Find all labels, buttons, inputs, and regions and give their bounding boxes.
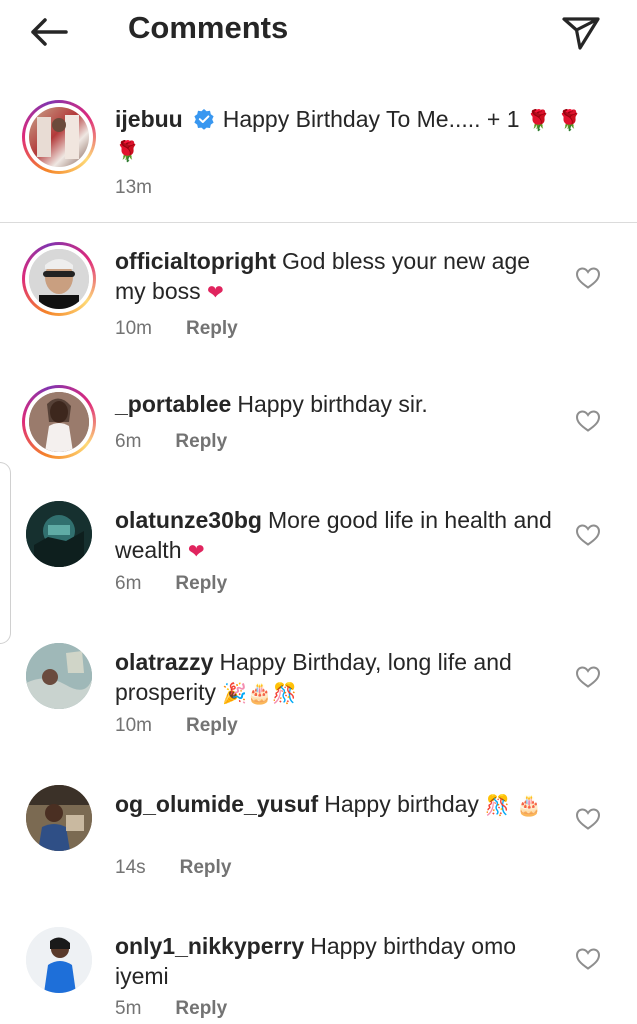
comment-username[interactable]: _portablee (115, 391, 231, 417)
avatar[interactable] (22, 100, 96, 174)
reply-button[interactable]: Reply (175, 998, 227, 1019)
comment-username[interactable]: olatrazzy (115, 649, 213, 675)
back-button[interactable] (26, 10, 72, 54)
heart-emoji: ❤ (187, 539, 205, 563)
edge-panel-handle[interactable] (0, 462, 11, 644)
comment-meta: 6m Reply (115, 573, 227, 595)
avatar[interactable] (22, 385, 96, 459)
comment-text: only1_nikkyperry Happy birthday omo iyemi (115, 931, 553, 991)
verified-badge-icon (194, 109, 214, 130)
comment-item: olatrazzy Happy Birthday, long life and p… (0, 643, 637, 753)
heart-outline-icon[interactable] (575, 665, 601, 689)
reply-button[interactable]: Reply (175, 431, 227, 452)
comment-meta: 10m Reply (115, 318, 238, 340)
comment-body: Happy birthday sir. (237, 391, 428, 417)
arrow-left-icon (31, 18, 68, 46)
party-emoji: 🎉🎂🎊 (222, 681, 298, 705)
comment-item: only1_nikkyperry Happy birthday omo iyemi… (0, 927, 637, 1024)
comment-time: 6m (115, 431, 142, 452)
comment-body: Happy birthday (324, 791, 479, 817)
comment-text: olatunze30bg More good life in health and… (115, 505, 553, 566)
reply-button[interactable]: Reply (186, 715, 238, 736)
comment-username[interactable]: og_olumide_yusuf (115, 791, 318, 817)
avatar[interactable] (26, 501, 92, 567)
caption-time: 13m (115, 177, 152, 198)
comment-item: _portablee Happy birthday sir. 6m Reply (0, 385, 637, 475)
heart-outline-icon[interactable] (575, 947, 601, 971)
header: Comments (0, 0, 637, 64)
heart-emoji: ❤ (207, 280, 224, 304)
comment-time: 14s (115, 857, 146, 878)
share-button[interactable] (558, 10, 604, 54)
comment-meta: 5m Reply (115, 998, 227, 1020)
comment-text: officialtopright God bless your new age m… (115, 246, 553, 307)
comment-time: 6m (115, 573, 142, 594)
paper-plane-icon (562, 17, 600, 50)
heart-outline-icon[interactable] (575, 409, 601, 433)
page-title: Comments (128, 10, 289, 45)
post-caption: ijebuu Happy Birthday To Me..... + 1 🌹 🌹 … (0, 96, 637, 223)
comment-meta: 10m Reply (115, 715, 238, 737)
avatar[interactable] (26, 927, 92, 993)
comment-username[interactable]: officialtopright (115, 248, 276, 274)
caption-body: Happy Birthday To Me..... + 1 (222, 106, 520, 132)
avatar[interactable] (26, 785, 92, 851)
caption-text: ijebuu Happy Birthday To Me..... + 1 🌹 🌹 … (115, 104, 585, 166)
reply-button[interactable]: Reply (175, 573, 227, 594)
heart-outline-icon[interactable] (575, 807, 601, 831)
comment-time: 10m (115, 715, 152, 736)
comment-time: 5m (115, 998, 142, 1019)
avatar[interactable] (22, 242, 96, 316)
reply-button[interactable]: Reply (180, 857, 232, 878)
reply-button[interactable]: Reply (186, 318, 238, 339)
comment-item: officialtopright God bless your new age m… (0, 242, 637, 362)
heart-outline-icon[interactable] (575, 523, 601, 547)
avatar[interactable] (26, 643, 92, 709)
caption-username[interactable]: ijebuu (115, 106, 183, 132)
comment-text: _portablee Happy birthday sir. (115, 389, 553, 419)
comment-meta: 6m Reply (115, 431, 227, 453)
comment-item: olatunze30bg More good life in health and… (0, 501, 637, 611)
comment-time: 10m (115, 318, 152, 339)
comment-username[interactable]: olatunze30bg (115, 507, 262, 533)
comment-username[interactable]: only1_nikkyperry (115, 933, 304, 959)
party-emoji: 🎊 🎂 (485, 793, 542, 817)
heart-outline-icon[interactable] (575, 266, 601, 290)
comments-screen: Comments ijebuu Happy Birthday To Me.....… (0, 0, 637, 1024)
comment-meta: 14s Reply (115, 857, 231, 879)
comment-text: olatrazzy Happy Birthday, long life and p… (115, 647, 553, 708)
comment-text: og_olumide_yusuf Happy birthday 🎊 🎂 (115, 789, 553, 820)
comment-item: og_olumide_yusuf Happy birthday 🎊 🎂 14s Re… (0, 785, 637, 895)
